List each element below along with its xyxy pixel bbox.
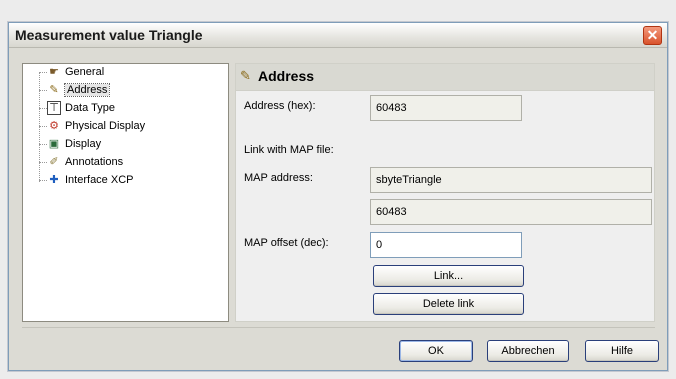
footer-divider bbox=[22, 327, 655, 328]
tree-item-label: Interface XCP bbox=[65, 174, 134, 186]
puzzle-icon: ✚ bbox=[49, 174, 59, 186]
tree-item-label: Physical Display bbox=[65, 120, 146, 132]
category-tree: ☛ General ✎ Address ⊤ Data Type ⚙ Physic… bbox=[22, 63, 229, 322]
annotations-icon: ✐ bbox=[49, 156, 59, 168]
hand-pointer-icon: ☛ bbox=[49, 66, 59, 78]
close-icon[interactable]: ✕ bbox=[643, 26, 662, 45]
link-map-label: Link with MAP file: bbox=[244, 144, 334, 156]
tree-connector bbox=[39, 144, 47, 145]
tree-item-label: General bbox=[65, 66, 105, 78]
tree-item-address[interactable]: ✎ Address bbox=[47, 82, 111, 98]
window-title: Measurement value Triangle bbox=[15, 27, 203, 43]
tree-item-annotations[interactable]: ✐ Annotations bbox=[47, 154, 123, 170]
tree-item-data-type[interactable]: ⊤ Data Type bbox=[47, 100, 115, 116]
tree-connector bbox=[39, 162, 47, 163]
tree-item-general[interactable]: ☛ General bbox=[47, 64, 104, 80]
properties-dialog: Measurement value Triangle ✕ ☛ General ✎… bbox=[8, 22, 668, 371]
map-offset-label: MAP offset (dec): bbox=[244, 237, 329, 249]
datatype-icon: ⊤ bbox=[47, 101, 61, 115]
tree-connector bbox=[39, 126, 47, 127]
address-pin-icon: ✎ bbox=[240, 68, 251, 83]
link-button[interactable]: Link... bbox=[373, 265, 524, 287]
physical-display-icon: ⚙ bbox=[49, 120, 59, 132]
tree-connector bbox=[39, 90, 47, 91]
tree-item-label: Address bbox=[63, 83, 111, 97]
panel-title: Address bbox=[258, 68, 315, 84]
help-button[interactable]: Hilfe bbox=[585, 340, 659, 362]
tree-item-label: Display bbox=[65, 138, 102, 150]
tree-connector bbox=[39, 180, 47, 181]
title-bar: Measurement value Triangle ✕ bbox=[9, 23, 667, 48]
address-hex-field: 60483 bbox=[370, 95, 522, 121]
tree-connector bbox=[39, 72, 47, 73]
map-address-name-field: sbyteTriangle bbox=[370, 167, 652, 193]
address-panel: ✎ Address Address (hex): 60483 Link with… bbox=[235, 63, 655, 322]
map-address-value-field: 60483 bbox=[370, 199, 652, 225]
map-offset-input[interactable]: 0 bbox=[370, 232, 522, 258]
tree-item-interface-xcp[interactable]: ✚ Interface XCP bbox=[47, 172, 133, 188]
address-hex-label: Address (hex): bbox=[244, 100, 316, 112]
tree-item-label: Annotations bbox=[65, 156, 124, 168]
map-address-label: MAP address: bbox=[244, 172, 313, 184]
panel-header: ✎ Address bbox=[236, 64, 654, 91]
delete-link-button[interactable]: Delete link bbox=[373, 293, 524, 315]
tree-item-display[interactable]: ▣ Display bbox=[47, 136, 101, 152]
tree-connector bbox=[39, 72, 40, 182]
tree-item-physical-display[interactable]: ⚙ Physical Display bbox=[47, 118, 145, 134]
tree-item-label: Data Type bbox=[65, 102, 115, 114]
address-pin-icon: ✎ bbox=[49, 84, 59, 96]
monitor-icon: ▣ bbox=[48, 138, 60, 150]
ok-button[interactable]: OK bbox=[399, 340, 473, 362]
tree-connector bbox=[39, 108, 47, 109]
cancel-button[interactable]: Abbrechen bbox=[487, 340, 569, 362]
screen-background: Measurement value Triangle ✕ ☛ General ✎… bbox=[0, 0, 676, 379]
